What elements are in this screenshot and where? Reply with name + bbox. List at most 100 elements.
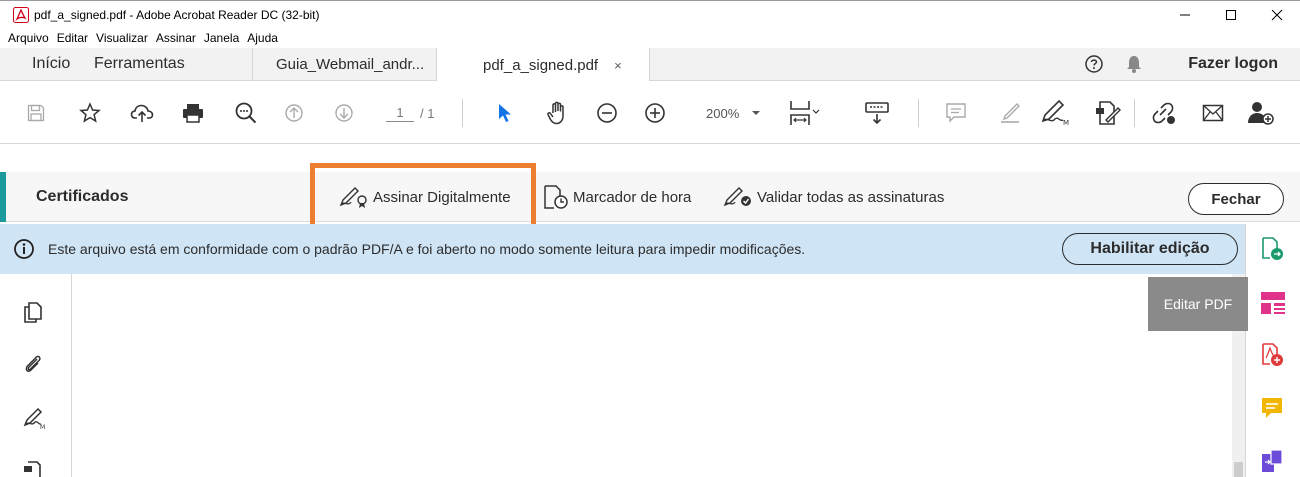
- page-thumbnails-button[interactable]: [22, 300, 44, 329]
- zoom-level-dropdown[interactable]: 200%: [706, 101, 761, 125]
- link-icon: [1152, 102, 1175, 124]
- menu-arquivo[interactable]: Arquivo: [4, 31, 53, 45]
- search-zoom-button[interactable]: [232, 81, 260, 144]
- close-certificates-button[interactable]: Fechar: [1188, 183, 1284, 215]
- edit-pdf-icon: [1261, 292, 1285, 314]
- tab-close-icon[interactable]: ×: [614, 58, 622, 73]
- organize-pages-icon: [1262, 449, 1283, 472]
- upload-cloud-button[interactable]: [128, 81, 156, 144]
- acrobat-icon: [13, 6, 29, 23]
- printer-icon: [183, 103, 203, 123]
- zoom-out-button[interactable]: [594, 81, 620, 144]
- left-navigation-pane: M: [0, 274, 72, 477]
- info-message: Este arquivo está em conformidade com o …: [48, 241, 806, 257]
- highlight-button[interactable]: [996, 81, 1024, 144]
- enable-editing-button[interactable]: Habilitar edição: [1062, 233, 1238, 265]
- minus-circle-icon: [597, 102, 617, 123]
- tab-tools[interactable]: Ferramentas: [72, 48, 252, 80]
- menu-janela[interactable]: Janela: [200, 31, 243, 45]
- signature-pen-icon: M: [23, 407, 45, 431]
- page-number-input[interactable]: 1: [386, 105, 414, 122]
- scroll-mode-button[interactable]: [862, 81, 892, 144]
- sign-in-button[interactable]: Fazer logon: [1188, 55, 1278, 73]
- magnifier-icon: [235, 102, 257, 123]
- toolbar-divider: [918, 99, 919, 127]
- create-pdf-icon: [1262, 343, 1283, 366]
- certificate-sign-button[interactable]: [1090, 81, 1124, 144]
- menu-ajuda[interactable]: Ajuda: [243, 31, 282, 45]
- validate-all-button[interactable]: Validar todas as assinaturas: [722, 184, 944, 210]
- document-view[interactable]: [72, 274, 1245, 477]
- svg-text:M: M: [40, 424, 45, 430]
- fit-page-button[interactable]: [786, 81, 822, 144]
- page-total: / 1: [420, 105, 435, 121]
- zoom-in-button[interactable]: [642, 81, 668, 144]
- fit-width-icon: [790, 100, 820, 125]
- arrow-up-circle-icon: [285, 103, 303, 122]
- comment-button[interactable]: [942, 81, 970, 144]
- tab-document-active[interactable]: pdf_a_signed.pdf ×: [436, 48, 650, 82]
- close-window-button[interactable]: [1254, 1, 1300, 29]
- toolbar-divider: [1134, 99, 1135, 127]
- export-pdf-tool[interactable]: [1260, 236, 1284, 267]
- select-tool-button[interactable]: [494, 81, 516, 144]
- highlighter-pen-icon: [1001, 102, 1020, 123]
- signatures-panel-button[interactable]: M: [22, 406, 48, 435]
- tab-bar: Início Ferramentas Guia_Webmail_andr... …: [0, 48, 1300, 82]
- scrollbar-thumb[interactable]: [1234, 462, 1243, 477]
- print-button[interactable]: [178, 81, 208, 144]
- tab-document-guia[interactable]: Guia_Webmail_andr...: [252, 48, 436, 80]
- menu-visualizar[interactable]: Visualizar: [92, 31, 152, 45]
- star-icon: [79, 101, 101, 123]
- organize-pages-tool[interactable]: [1260, 448, 1284, 477]
- window-title: pdf_a_signed.pdf - Adobe Acrobat Reader …: [34, 7, 320, 22]
- signature-check-icon: [723, 187, 751, 207]
- hand-icon: [547, 101, 564, 124]
- menu-bar: Arquivo Editar Visualizar Assinar Janela…: [0, 28, 282, 48]
- paperclip-icon: [25, 355, 41, 372]
- maximize-button[interactable]: [1208, 1, 1254, 29]
- comment-icon: [1262, 398, 1282, 418]
- create-pdf-tool[interactable]: [1260, 342, 1284, 373]
- tab-home[interactable]: Início: [0, 48, 72, 80]
- minimize-icon: [1180, 14, 1190, 16]
- email-button[interactable]: [1198, 81, 1228, 144]
- tab-document-label: pdf_a_signed.pdf: [483, 56, 599, 74]
- svg-text:M: M: [1063, 119, 1069, 127]
- fill-sign-button[interactable]: M: [1036, 81, 1076, 144]
- certificates-toolbar: Certificados Assinar Digitalmente Marcad…: [0, 172, 1300, 222]
- plus-circle-icon: [645, 102, 665, 123]
- arrow-down-circle-icon: [335, 103, 353, 122]
- certificates-title: Certificados: [36, 188, 129, 205]
- share-link-button[interactable]: [1146, 81, 1180, 144]
- main-toolbar: 1 / 1 200% M: [0, 81, 1300, 144]
- notifications-button[interactable]: [1114, 54, 1154, 74]
- signature-pen-icon: M: [1041, 99, 1069, 127]
- more-tools-button[interactable]: [22, 458, 46, 477]
- document-clock-icon: [544, 185, 568, 209]
- hand-tool-button[interactable]: [544, 81, 572, 144]
- previous-page-button[interactable]: [282, 81, 306, 144]
- bell-icon: [1127, 56, 1142, 73]
- edit-pdf-tool[interactable]: [1260, 290, 1286, 321]
- bookmark-star-button[interactable]: [76, 81, 104, 144]
- save-button[interactable]: [24, 81, 48, 144]
- timestamp-button[interactable]: Marcador de hora: [542, 184, 691, 210]
- add-person-icon: [1248, 101, 1274, 125]
- menu-editar[interactable]: Editar: [53, 31, 92, 45]
- page-navigator: 1 / 1: [386, 101, 434, 125]
- help-button[interactable]: [1074, 54, 1114, 74]
- save-icon: [27, 104, 45, 121]
- next-page-button[interactable]: [332, 81, 356, 144]
- envelope-icon: [1202, 104, 1224, 121]
- comment-tool[interactable]: [1260, 396, 1284, 425]
- minimize-button[interactable]: [1162, 1, 1208, 29]
- document-pen-icon: [1096, 100, 1121, 125]
- toolbar-divider: [462, 99, 463, 127]
- cloud-upload-icon: [130, 104, 154, 122]
- add-user-button[interactable]: [1244, 81, 1278, 144]
- comment-icon: [946, 102, 966, 123]
- pages-icon: [24, 302, 42, 323]
- attachments-button[interactable]: [22, 352, 44, 381]
- menu-assinar[interactable]: Assinar: [152, 31, 200, 45]
